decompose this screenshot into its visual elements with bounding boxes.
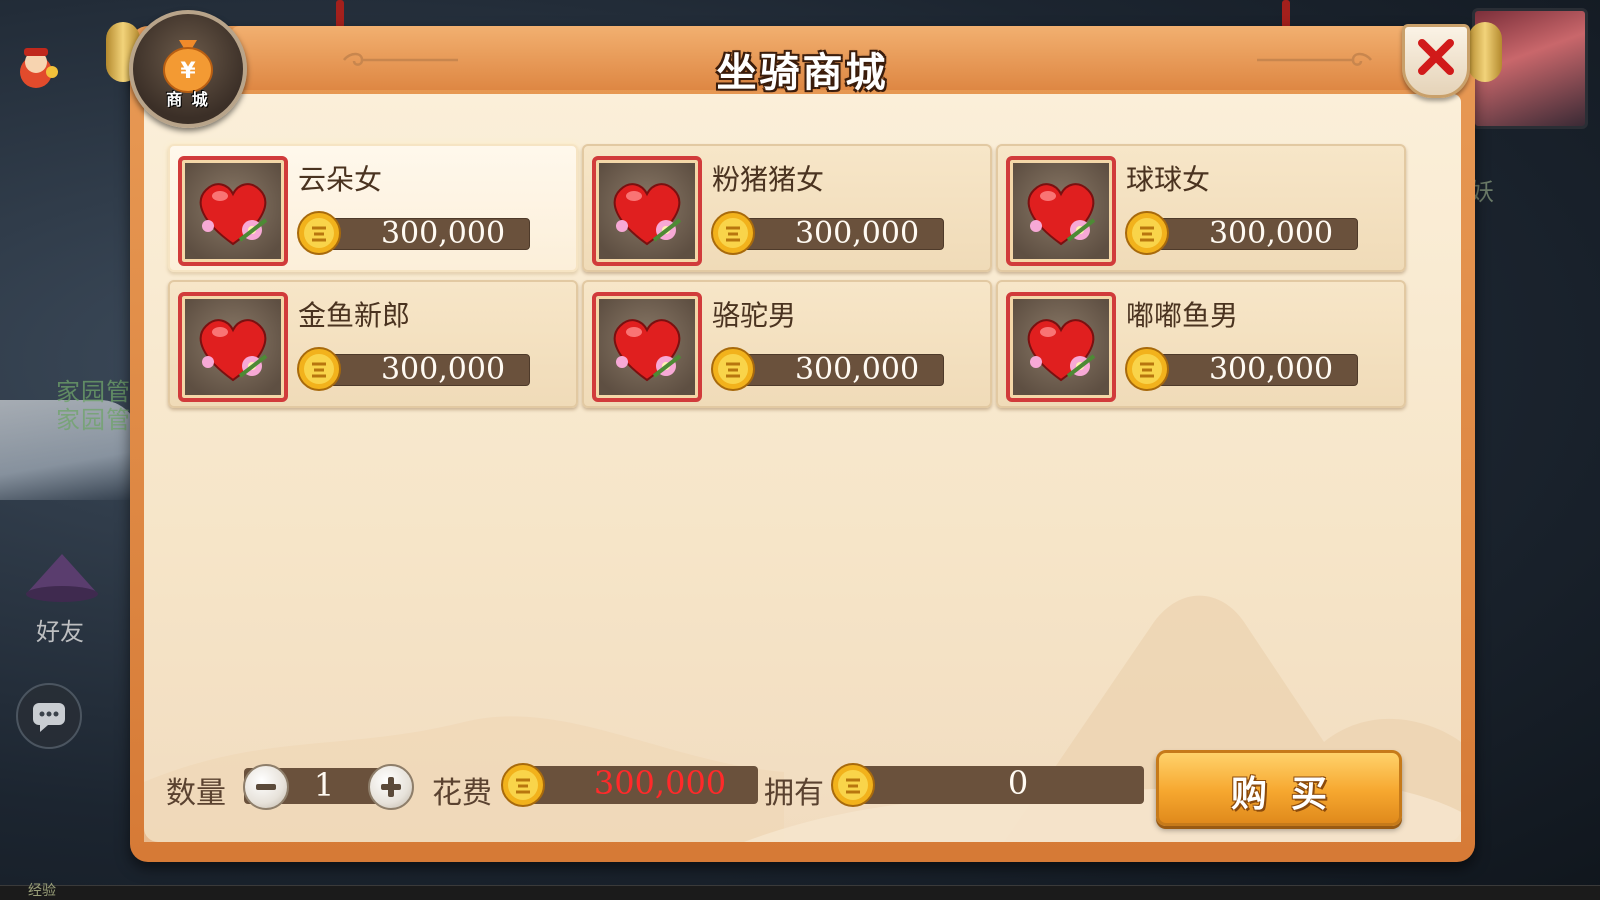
chat-button[interactable] xyxy=(16,683,82,749)
dialog-title: 坐骑商城 xyxy=(716,50,889,96)
gold-coin-icon xyxy=(297,347,341,391)
mount-heart-icon xyxy=(1027,319,1096,382)
experience-label: 经验 xyxy=(28,883,56,899)
item-icon-frame xyxy=(1006,292,1116,402)
increase-quantity-button[interactable] xyxy=(368,764,414,810)
owned-label: 拥有 xyxy=(764,776,824,811)
item-icon-frame xyxy=(1006,156,1116,266)
item-icon-frame xyxy=(592,156,702,266)
item-price-bar: 300,000 xyxy=(730,352,944,387)
item-price: 300,000 xyxy=(380,216,506,251)
cost-field: 300,000 xyxy=(522,764,758,804)
hanging-rope xyxy=(336,0,344,28)
background-scene-right: 妖 xyxy=(1470,0,1600,900)
experience-bar: 经验 xyxy=(0,883,1600,900)
gold-coin-icon xyxy=(501,763,545,807)
shop-item-5[interactable]: 骆驼男 300,000 xyxy=(582,280,992,408)
cost-label: 花费 xyxy=(432,776,492,811)
gold-coin-icon xyxy=(711,347,755,391)
yuan-symbol: ¥ xyxy=(180,59,196,84)
item-name: 骆驼男 xyxy=(712,299,797,332)
mount-heart-icon xyxy=(1027,183,1096,246)
shop-item-1[interactable]: 云朵女 300,000 xyxy=(168,144,578,272)
cost-value: 300,000 xyxy=(593,764,727,802)
item-icon-frame xyxy=(178,156,288,266)
dialog-content: 云朵女 300,000 粉猪猪女 300,000 球球女 300,000 金鱼新… xyxy=(144,94,1461,842)
shop-item-3[interactable]: 球球女 300,000 xyxy=(996,144,1406,272)
item-name: 嘟嘟鱼男 xyxy=(1126,299,1239,332)
item-price: 300,000 xyxy=(1208,352,1334,387)
item-name: 金鱼新郎 xyxy=(298,299,411,332)
friend-button-label[interactable]: 好友 xyxy=(36,612,84,647)
item-name: 云朵女 xyxy=(298,163,383,196)
gold-coin-icon xyxy=(297,211,341,255)
item-price: 300,000 xyxy=(1208,216,1334,251)
plus-icon xyxy=(381,777,401,797)
item-name: 球球女 xyxy=(1126,163,1211,196)
item-name: 粉猪猪女 xyxy=(712,163,825,196)
buy-button-label: 购买 xyxy=(1230,774,1351,815)
item-price-bar: 300,000 xyxy=(1144,352,1358,387)
background-scene-left: 家园管 家园管 好友 xyxy=(0,0,140,900)
shop-item-6[interactable]: 嘟嘟鱼男 300,000 xyxy=(996,280,1406,408)
gold-coin-icon xyxy=(1125,211,1169,255)
item-price-bar: 300,000 xyxy=(316,216,530,251)
item-icon-frame xyxy=(592,292,702,402)
close-button[interactable] xyxy=(1402,24,1470,98)
god-of-wealth-icon[interactable] xyxy=(8,40,64,96)
shop-badge: ¥ 商 城 xyxy=(129,10,247,128)
shop-badge-label: 商 城 xyxy=(166,90,210,109)
gold-coin-icon xyxy=(831,763,875,807)
shop-item-2[interactable]: 粉猪猪女 300,000 xyxy=(582,144,992,272)
item-price: 300,000 xyxy=(380,352,506,387)
shop-item-4[interactable]: 金鱼新郎 300,000 xyxy=(168,280,578,408)
quantity-label: 数量 xyxy=(166,776,226,811)
friend-hat-icon[interactable] xyxy=(22,550,102,610)
gold-coin-icon xyxy=(1125,347,1169,391)
item-price-bar: 300,000 xyxy=(730,216,944,251)
item-icon-frame xyxy=(178,292,288,402)
item-price: 300,000 xyxy=(794,216,920,251)
buy-button[interactable]: 购买 xyxy=(1156,750,1402,826)
item-price-bar: 300,000 xyxy=(316,352,530,387)
mount-heart-icon xyxy=(613,183,682,246)
close-icon xyxy=(1418,39,1454,75)
owned-field: 0 xyxy=(852,764,1144,804)
scroll-cap-right xyxy=(1468,22,1502,82)
owned-value: 0 xyxy=(1007,764,1029,802)
gold-coin-icon xyxy=(711,211,755,255)
mount-heart-icon xyxy=(199,183,268,246)
item-price-bar: 300,000 xyxy=(1144,216,1358,251)
chat-icon xyxy=(33,703,65,732)
minus-icon xyxy=(256,784,276,790)
mount-heart-icon xyxy=(199,319,268,382)
bg-label-home-2: 家园管 xyxy=(56,406,131,434)
hanging-rope xyxy=(1282,0,1290,28)
mount-shop-dialog: 坐骑商城 云朵女 300,000 粉猪猪女 300,000 球球女 300,00… xyxy=(130,26,1475,862)
mount-heart-icon xyxy=(613,319,682,382)
decrease-quantity-button[interactable] xyxy=(243,764,289,810)
item-price: 300,000 xyxy=(794,352,920,387)
